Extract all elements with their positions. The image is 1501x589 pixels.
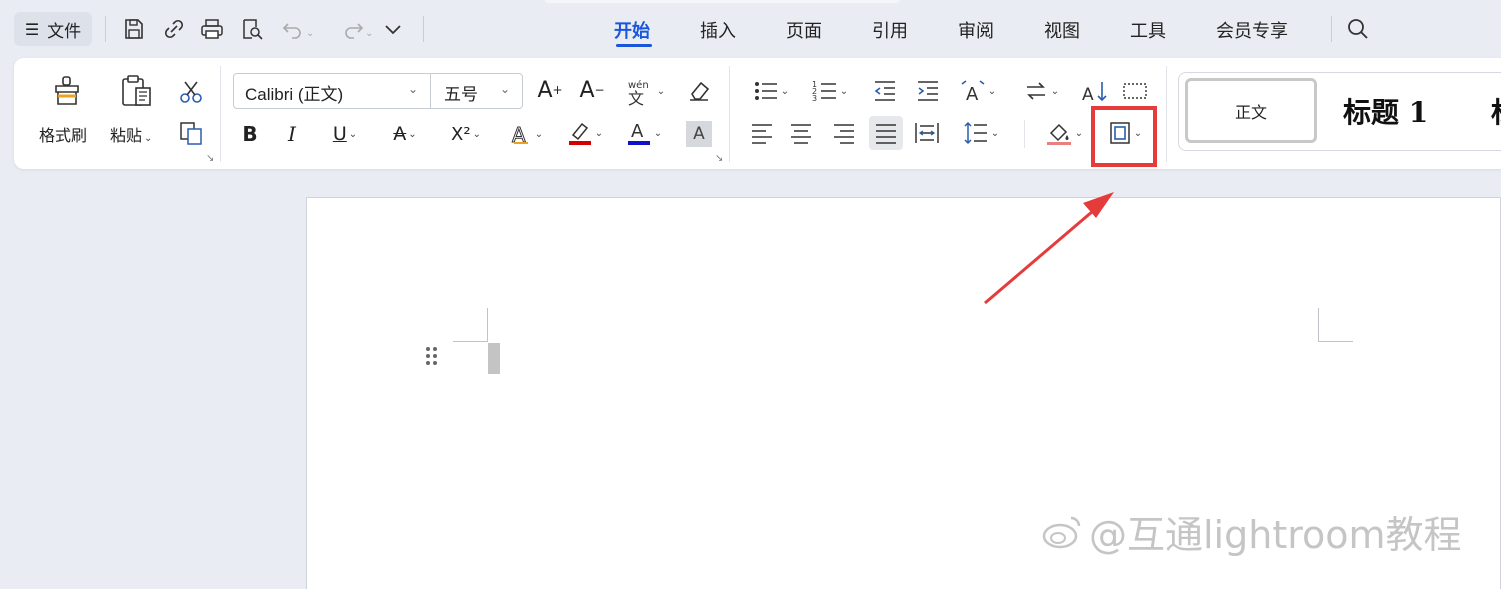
tab-home[interactable]: 开始 — [614, 17, 650, 43]
margin-corner-top-right — [1318, 341, 1353, 342]
group-divider — [1024, 120, 1025, 148]
shrink-font-icon[interactable]: A − — [578, 76, 606, 104]
margin-corner-top-left — [487, 308, 488, 342]
numbered-list-button[interactable]: 1 2 3 ⌄ — [808, 76, 852, 106]
document-page[interactable]: @互通lightroom教程 — [306, 197, 1501, 589]
annotation-highlight-box — [1091, 106, 1157, 167]
margin-corner-top-right — [1318, 308, 1319, 342]
underline-button[interactable]: U ⌄ — [324, 120, 366, 148]
group-divider — [729, 66, 730, 162]
file-menu-label: 文件 — [47, 21, 82, 42]
share-link-icon[interactable] — [161, 16, 187, 42]
clipboard-launcher-icon[interactable]: ↘ — [206, 153, 214, 164]
group-divider — [220, 66, 221, 162]
style-normal[interactable]: 正文 — [1185, 78, 1317, 143]
more-dropdown-icon[interactable] — [380, 16, 406, 42]
drag-handle-icon[interactable] — [425, 346, 439, 370]
copy-icon[interactable] — [177, 119, 205, 147]
shading-button[interactable]: ⌄ — [1041, 118, 1087, 148]
toolbar-divider — [1331, 16, 1332, 42]
format-painter-icon[interactable] — [50, 74, 84, 108]
justify-icon[interactable] — [869, 116, 903, 150]
sort-direction-button[interactable]: ⌄ — [1019, 76, 1063, 106]
file-menu-button[interactable]: ☰ 文件 — [14, 12, 92, 46]
strikethrough-icon: A — [393, 123, 407, 145]
strikethrough-button[interactable]: A ⌄ — [384, 120, 426, 148]
redo-dropdown-icon[interactable]: ⌄ — [365, 16, 379, 42]
tab-review[interactable]: 审阅 — [958, 17, 994, 43]
cut-icon[interactable] — [177, 78, 205, 106]
undo-icon[interactable] — [280, 16, 306, 42]
sort-icon[interactable]: A — [1080, 76, 1110, 106]
text-cursor — [488, 343, 500, 374]
print-preview-icon[interactable] — [239, 16, 265, 42]
bold-icon[interactable]: B — [236, 120, 264, 148]
clear-format-icon[interactable] — [684, 76, 714, 106]
active-tab-indicator — [616, 44, 652, 47]
toolbar-divider — [105, 16, 106, 42]
superscript-icon: X² — [451, 123, 471, 145]
increase-indent-icon[interactable] — [913, 76, 943, 106]
svg-text:3: 3 — [812, 94, 817, 103]
font-color-button[interactable]: A ⌄ — [622, 118, 666, 148]
distributed-align-icon[interactable] — [912, 118, 942, 148]
align-left-icon[interactable] — [747, 118, 777, 148]
font-box-divider — [430, 74, 431, 108]
paste-icon[interactable] — [118, 74, 154, 108]
redo-icon[interactable] — [340, 16, 366, 42]
tab-references[interactable]: 引用 — [872, 17, 908, 43]
font-launcher-icon[interactable]: ↘ — [715, 153, 723, 164]
font-size-dropdown-icon[interactable]: ⌄ — [500, 82, 510, 96]
format-painter-label[interactable]: 格式刷 — [39, 122, 87, 146]
top-decoration — [545, 0, 900, 3]
tab-view[interactable]: 视图 — [1044, 17, 1080, 43]
tab-tools[interactable]: 工具 — [1130, 17, 1166, 43]
align-right-icon[interactable] — [829, 118, 859, 148]
line-spacing-button[interactable]: ⌄ — [959, 118, 1003, 148]
phonetic-guide-icon[interactable]: wén 文 ⌄ — [623, 76, 667, 106]
tab-member[interactable]: 会员专享 — [1216, 17, 1288, 43]
menu-icon: ☰ — [24, 19, 40, 39]
show-hide-marks-icon[interactable] — [1120, 76, 1150, 106]
svg-text:文: 文 — [628, 89, 644, 106]
paste-label: 粘贴 — [110, 126, 143, 145]
search-icon[interactable] — [1345, 16, 1371, 42]
align-center-icon[interactable] — [786, 118, 816, 148]
style-heading-1[interactable]: 标题 1 — [1343, 91, 1428, 131]
group-divider — [1166, 66, 1167, 162]
bullet-list-button[interactable]: ⌄ — [749, 76, 793, 106]
font-name-dropdown-icon[interactable]: ⌄ — [408, 82, 418, 96]
svg-text:A: A — [966, 84, 979, 104]
underline-icon: U — [332, 123, 347, 145]
text-effect-button[interactable]: A ⌄ — [506, 120, 546, 148]
font-name-value: Calibri (正文) — [245, 85, 344, 104]
tab-insert[interactable]: 插入 — [700, 17, 736, 43]
paste-button[interactable]: 粘贴 ⌄ — [110, 122, 152, 146]
tab-page[interactable]: 页面 — [786, 17, 822, 43]
highlight-color-button[interactable]: ⌄ — [563, 118, 607, 148]
print-icon[interactable] — [199, 16, 225, 42]
title-toolbar: ☰ 文件 ⌄ ⌄ 开始 插入 页面 引用 审阅 视图 工具 会员专享 — [0, 0, 1501, 58]
margin-corner-top-left — [453, 341, 488, 342]
italic-icon[interactable]: I — [278, 120, 306, 148]
character-shading-icon[interactable]: A — [686, 121, 712, 147]
svg-text:A: A — [1082, 85, 1094, 104]
superscript-button[interactable]: X² ⌄ — [444, 120, 488, 148]
decrease-indent-icon[interactable] — [870, 76, 900, 106]
undo-dropdown-icon[interactable]: ⌄ — [306, 16, 320, 42]
ribbon-home: 格式刷 粘贴 ⌄ ↘ Calibri (正文) ⌄ 五号 ⌄ A + A − wén 文… — [14, 58, 1501, 169]
text-direction-button[interactable]: A ⌄ — [956, 76, 1000, 106]
watermark-text: @互通lightroom教程 — [1089, 512, 1462, 557]
font-size-value[interactable]: 五号 — [444, 80, 478, 105]
styles-gallery: 正文 标题 1 标 — [1178, 72, 1501, 151]
svg-text:A: A — [631, 121, 644, 142]
save-icon[interactable] — [121, 16, 147, 42]
font-selector[interactable]: Calibri (正文) ⌄ 五号 ⌄ — [233, 73, 523, 109]
weibo-logo-icon — [1042, 516, 1081, 549]
style-heading-2-partial[interactable]: 标 — [1491, 91, 1501, 131]
toolbar-divider — [423, 16, 424, 42]
grow-font-icon[interactable]: A + — [536, 76, 564, 104]
watermark: @互通lightroom教程 — [1041, 506, 1481, 557]
